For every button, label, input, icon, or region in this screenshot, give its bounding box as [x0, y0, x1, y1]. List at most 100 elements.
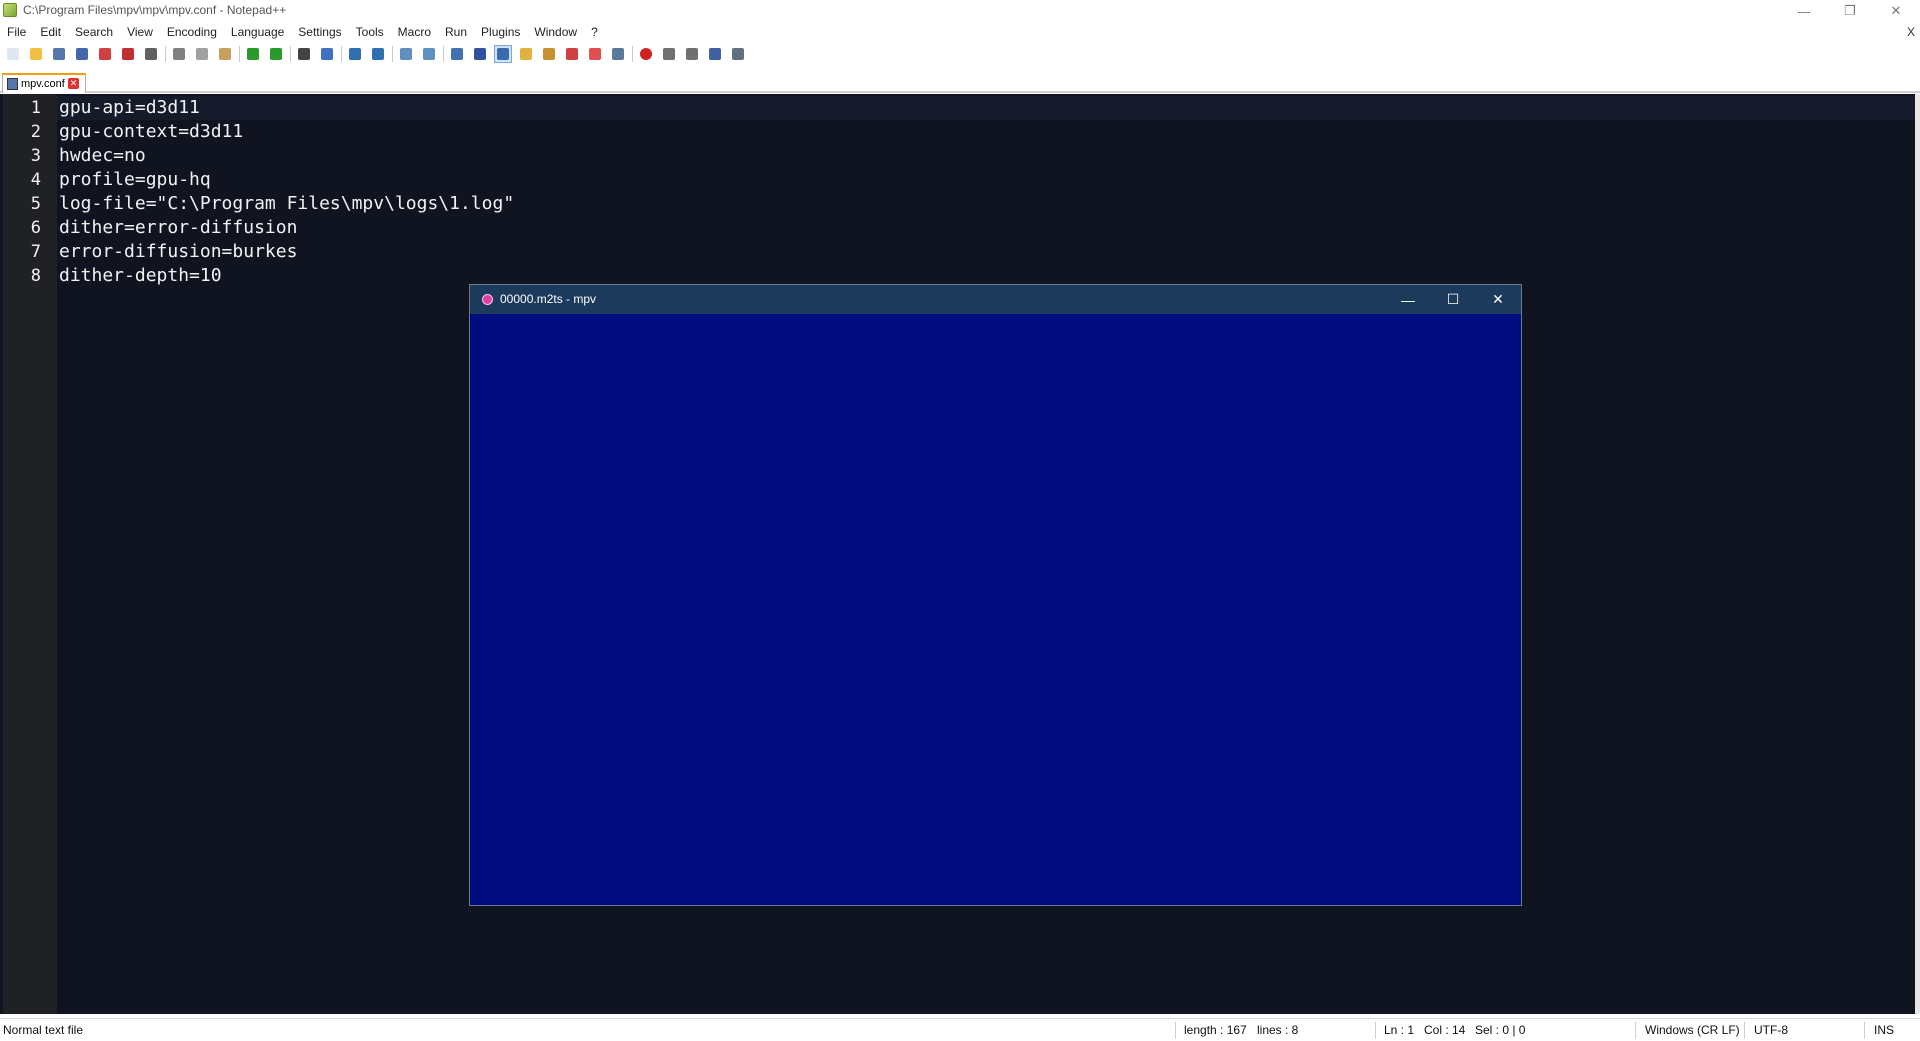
mpv-minimize-button[interactable]: — [1385, 285, 1431, 314]
word-wrap-button[interactable] [448, 45, 466, 63]
code-line[interactable]: 2 gpu-context=d3d11 [0, 120, 1920, 144]
code-line[interactable]: 1 gpu-api=d3d11 [0, 96, 1920, 120]
toolbar-separator [239, 46, 240, 62]
close-button[interactable] [96, 45, 114, 63]
status-ln: Ln : 1 [1384, 1023, 1415, 1037]
status-sel: Sel : 0 | 0 [1475, 1023, 1526, 1037]
tab-close-icon[interactable]: ✕ [68, 78, 79, 89]
code-line[interactable]: 7 error-diffusion=burkes [0, 240, 1920, 264]
function-list-button[interactable] [563, 45, 581, 63]
record-macro-button[interactable] [637, 45, 655, 63]
menu-item-search[interactable]: Search [68, 22, 120, 42]
menu-item-settings[interactable]: Settings [291, 22, 348, 42]
document-map-button[interactable] [540, 45, 558, 63]
word-wrap-icon [451, 48, 463, 60]
code-line[interactable]: 5 log-file="C:\Program Files\mpv\logs\1.l… [0, 192, 1920, 216]
sync-vertical-button[interactable] [397, 45, 415, 63]
zoom-out-button[interactable] [369, 45, 387, 63]
open-file-icon [30, 48, 42, 60]
line-text[interactable]: profile=gpu-hq [59, 168, 211, 192]
line-number: 2 [30, 122, 41, 142]
window-title: C:\Program Files\mpv\mpv\mpv.conf - Note… [23, 3, 287, 17]
menu-item-tools[interactable]: Tools [349, 22, 391, 42]
mpv-title-bar[interactable]: 00000.m2ts - mpv — ☐ ✕ [470, 285, 1521, 314]
close-window-button[interactable]: ✕ [1873, 0, 1919, 22]
mpv-video-area[interactable] [470, 314, 1521, 905]
sync-horizontal-button[interactable] [420, 45, 438, 63]
zoom-in-icon [349, 48, 361, 60]
line-text[interactable]: log-file="C:\Program Files\mpv\logs\1.lo… [59, 192, 514, 216]
saved-file-icon [7, 78, 18, 90]
print-icon [145, 48, 157, 60]
save-all-button[interactable] [73, 45, 91, 63]
menu-item-view[interactable]: View [120, 22, 160, 42]
print-button[interactable] [142, 45, 160, 63]
show-all-characters-button[interactable] [471, 45, 489, 63]
menu-item-help[interactable]: ? [584, 22, 605, 42]
mpv-maximize-button[interactable]: ☐ [1430, 285, 1476, 314]
restore-button[interactable]: ❐ [1827, 0, 1873, 22]
line-text[interactable]: hwdec=no [59, 144, 146, 168]
line-text[interactable]: dither-depth=10 [59, 264, 222, 288]
toolbar-separator [392, 46, 393, 62]
sync-vertical-icon [400, 48, 412, 60]
undo-icon [247, 48, 259, 60]
line-text[interactable]: error-diffusion=burkes [59, 240, 297, 264]
open-file-button[interactable] [27, 45, 45, 63]
status-encoding[interactable]: UTF-8 [1754, 1023, 1788, 1038]
line-number: 8 [30, 266, 41, 286]
toolbar-separator [443, 46, 444, 62]
code-line[interactable]: 3 hwdec=no [0, 144, 1920, 168]
mpv-close-button[interactable]: ✕ [1475, 285, 1521, 314]
paste-button[interactable] [216, 45, 234, 63]
redo-button[interactable] [267, 45, 285, 63]
minimize-button[interactable]: — [1781, 0, 1827, 22]
stop-macro-button[interactable] [660, 45, 678, 63]
tab-mpv-conf[interactable]: mpv.conf ✕ [2, 73, 86, 93]
close-document-button[interactable]: X [1907, 22, 1915, 42]
menu-item-window[interactable]: Window [527, 22, 584, 42]
close-all-button[interactable] [119, 45, 137, 63]
line-number: 4 [30, 170, 41, 190]
copy-button[interactable] [193, 45, 211, 63]
play-macro-button[interactable] [683, 45, 701, 63]
copy-icon [196, 48, 208, 60]
zoom-in-button[interactable] [346, 45, 364, 63]
sync-horizontal-icon [423, 48, 435, 60]
function-list-icon [566, 48, 578, 60]
menu-item-language[interactable]: Language [224, 22, 291, 42]
mpv-window[interactable]: 00000.m2ts - mpv — ☐ ✕ [469, 284, 1522, 906]
code-line[interactable]: 4 profile=gpu-hq [0, 168, 1920, 192]
line-number: 1 [30, 98, 41, 118]
cut-button[interactable] [170, 45, 188, 63]
folder-workspace-button[interactable] [586, 45, 604, 63]
user-language-button[interactable] [517, 45, 535, 63]
menu-item-edit[interactable]: Edit [33, 22, 68, 42]
zoom-out-icon [372, 48, 384, 60]
menu-item-file[interactable]: File [0, 22, 33, 42]
menu-item-encoding[interactable]: Encoding [160, 22, 224, 42]
new-file-button[interactable] [4, 45, 22, 63]
line-text[interactable]: gpu-context=d3d11 [59, 120, 243, 144]
find-button[interactable] [295, 45, 313, 63]
code-line[interactable]: 6 dither=error-diffusion [0, 216, 1920, 240]
status-eol[interactable]: Windows (CR LF) [1645, 1023, 1740, 1038]
indent-guide-button[interactable] [494, 45, 512, 63]
monitoring-button[interactable] [609, 45, 627, 63]
stop-macro-icon [663, 48, 675, 60]
save-macro-button[interactable] [729, 45, 747, 63]
menu-item-macro[interactable]: Macro [391, 22, 438, 42]
run-macro-multiple-button[interactable] [706, 45, 724, 63]
cut-icon [173, 48, 185, 60]
menu-item-plugins[interactable]: Plugins [474, 22, 527, 42]
notepad-plus-plus-icon [3, 3, 17, 17]
status-lines: lines : 8 [1257, 1023, 1299, 1037]
line-text[interactable]: gpu-api=d3d11 [59, 96, 200, 120]
line-text[interactable]: dither=error-diffusion [59, 216, 297, 240]
menu-item-run[interactable]: Run [438, 22, 474, 42]
folder-workspace-icon [589, 48, 601, 60]
save-button[interactable] [50, 45, 68, 63]
status-mode[interactable]: INS [1874, 1023, 1894, 1038]
replace-button[interactable] [318, 45, 336, 63]
undo-button[interactable] [244, 45, 262, 63]
